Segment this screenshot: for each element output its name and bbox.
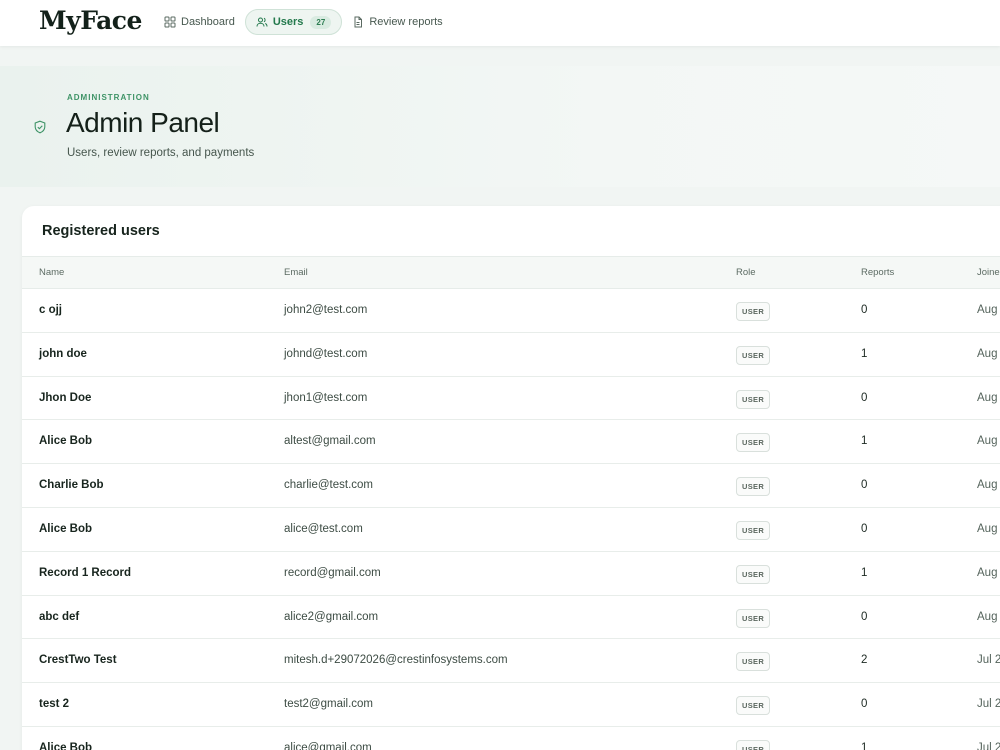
role-badge: USER xyxy=(736,302,771,321)
section-eyebrow: ADMINISTRATION xyxy=(67,93,150,102)
user-joined: Aug xyxy=(977,522,998,535)
user-joined: Jul 2 xyxy=(977,654,1000,667)
table-row[interactable]: Jhon Doe jhon1@test.com USER 0 Aug xyxy=(22,377,1000,421)
user-email: charlie@test.com xyxy=(284,479,374,492)
user-email: jhon1@test.com xyxy=(284,391,368,404)
user-reports: 2 xyxy=(861,654,868,667)
user-email: test2@gmail.com xyxy=(284,698,374,711)
nav-label: Users xyxy=(272,16,304,28)
user-joined: Aug xyxy=(977,479,998,492)
user-name: CrestTwo Test xyxy=(39,654,117,667)
role-badge: USER xyxy=(736,389,771,409)
user-name: Alice Bob xyxy=(39,522,93,535)
table-header: Name Email Role Reports Joined xyxy=(22,256,1000,289)
grid-icon xyxy=(164,16,176,28)
users-count-badge: 27 xyxy=(310,15,332,29)
user-joined: Aug xyxy=(977,391,998,404)
user-name: test 2 xyxy=(39,698,70,711)
user-joined: Aug xyxy=(977,610,998,623)
role-badge: USER xyxy=(736,433,771,453)
role-badge: USER xyxy=(736,345,771,365)
page-title: Admin Panel xyxy=(66,107,220,138)
role-badge: USER xyxy=(736,696,771,716)
user-email: alice2@gmail.com xyxy=(284,610,379,623)
table-row[interactable]: Alice Bob alice@test.com USER 0 Aug xyxy=(22,508,1000,552)
role-badge: USER xyxy=(736,608,771,628)
user-email: alice@test.com xyxy=(284,522,363,535)
user-reports: 0 xyxy=(861,698,868,711)
table-row[interactable]: Record 1 Record record@gmail.com USER 1 … xyxy=(22,552,1000,596)
column-header-reports[interactable]: Reports xyxy=(861,267,894,278)
table-row[interactable]: Alice Bob altest@gmail.com USER 1 Aug xyxy=(22,420,1000,465)
app-logo[interactable]: MyFace xyxy=(39,6,142,35)
role-badge: USER xyxy=(736,652,771,672)
user-email: altest@gmail.com xyxy=(284,435,376,448)
user-joined: Aug xyxy=(977,435,998,448)
user-joined: Aug xyxy=(977,566,998,579)
user-name: c ojj xyxy=(39,304,63,316)
column-header-name[interactable]: Name xyxy=(39,267,64,278)
table-row[interactable]: CrestTwo Test mitesh.d+29072026@crestinf… xyxy=(22,639,1000,684)
user-joined: Aug xyxy=(977,347,998,360)
user-reports: 0 xyxy=(861,479,868,492)
table-row[interactable]: c ojj john2@test.com USER 0 Aug xyxy=(22,289,1000,333)
column-header-joined[interactable]: Joined xyxy=(977,267,1000,278)
registered-users-card: Registered users Name Email Role Reports… xyxy=(22,206,1000,750)
user-name: Jhon Doe xyxy=(39,391,92,404)
user-name: Alice Bob xyxy=(39,741,93,750)
users-icon xyxy=(256,16,268,28)
shield-check-icon xyxy=(33,120,47,134)
user-reports: 1 xyxy=(861,741,868,750)
user-reports: 0 xyxy=(861,391,868,404)
card-title: Registered users xyxy=(42,223,160,239)
user-email: john2@test.com xyxy=(284,304,368,316)
nav-label: Review reports xyxy=(369,16,443,28)
role-badge: USER xyxy=(736,564,771,584)
user-joined: Jul 2 xyxy=(977,698,1000,711)
users-table-body: c ojj john2@test.com USER 0 Aug john doe… xyxy=(22,289,1000,750)
nav-label: Dashboard xyxy=(181,16,235,28)
user-name: john doe xyxy=(39,347,87,360)
user-name: Alice Bob xyxy=(39,435,93,448)
user-name: abc def xyxy=(39,610,80,623)
document-icon xyxy=(352,16,364,28)
top-bar: MyFace Dashboard Users 27 Review reports xyxy=(0,0,1000,46)
user-joined: Aug xyxy=(977,304,998,316)
user-reports: 0 xyxy=(861,522,868,535)
table-row[interactable]: Alice Bob alice@gmail.com USER 1 Jul 2 xyxy=(22,727,1000,750)
user-reports: 1 xyxy=(861,566,868,579)
user-reports: 0 xyxy=(861,304,868,316)
user-email: mitesh.d+29072026@crestinfosystems.com xyxy=(284,654,508,667)
column-header-email[interactable]: Email xyxy=(284,267,308,278)
user-email: johnd@test.com xyxy=(284,347,368,360)
user-email: alice@gmail.com xyxy=(284,741,372,750)
nav-item-dashboard[interactable]: Dashboard xyxy=(158,9,241,35)
role-badge: USER xyxy=(736,520,771,540)
user-name: Charlie Bob xyxy=(39,479,104,492)
table-row[interactable]: Charlie Bob charlie@test.com USER 0 Aug xyxy=(22,464,1000,508)
user-joined: Jul 2 xyxy=(977,741,1000,750)
user-reports: 1 xyxy=(861,347,868,360)
user-name: Record 1 Record xyxy=(39,566,132,579)
page-subtitle: Users, review reports, and payments xyxy=(67,147,255,159)
role-badge: USER xyxy=(736,477,771,497)
table-row[interactable]: test 2 test2@gmail.com USER 0 Jul 2 xyxy=(22,683,1000,727)
table-row[interactable]: abc def alice2@gmail.com USER 0 Aug xyxy=(22,596,1000,640)
user-reports: 0 xyxy=(861,610,868,623)
column-header-role[interactable]: Role xyxy=(736,267,756,278)
table-row[interactable]: john doe johnd@test.com USER 1 Aug xyxy=(22,333,1000,377)
user-reports: 1 xyxy=(861,435,868,448)
user-email: record@gmail.com xyxy=(284,566,381,579)
nav-item-users[interactable]: Users 27 xyxy=(244,9,343,35)
nav-item-review-reports[interactable]: Review reports xyxy=(346,9,448,35)
main-nav: Dashboard Users 27 Review reports xyxy=(158,9,453,35)
role-badge: USER xyxy=(736,739,771,750)
